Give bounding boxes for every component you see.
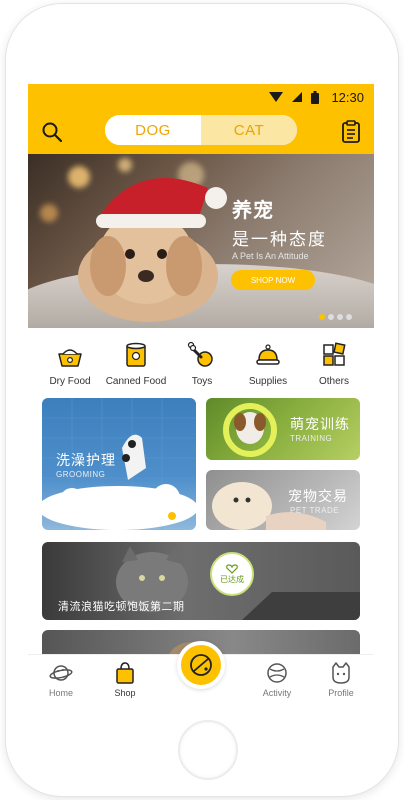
shop-now-label: SHOP NOW: [250, 275, 296, 285]
card-pet-trade[interactable]: 宠物交易 PET TRADE: [206, 470, 360, 530]
app-screen: 12:30 DOG CAT 养宠 是一种态度 A Pet Is An Attit…: [28, 84, 374, 710]
category-label: Toys: [191, 376, 213, 387]
tab-label: Shop: [114, 688, 136, 698]
banner-text: 养宠 是一种态度 A Pet Is An Attitude: [232, 194, 327, 261]
card-title: 清流浪猫吃顿饱饭第二期: [58, 600, 185, 613]
tab-dog[interactable]: DOG: [105, 115, 201, 145]
paw-heart-icon: [226, 563, 238, 574]
pagination-dot[interactable]: [328, 314, 334, 320]
tab-shop[interactable]: Shop: [95, 661, 155, 698]
tab-cat-label: CAT: [233, 121, 265, 139]
card-training[interactable]: 萌宠训练 TRAINING: [206, 398, 360, 460]
category-label: Others: [318, 376, 349, 387]
search-icon[interactable]: [40, 120, 64, 144]
pagination-dot[interactable]: [319, 314, 325, 320]
achieved-badge: 已达成: [210, 552, 254, 596]
tab-home[interactable]: Home: [31, 661, 91, 698]
center-action-button[interactable]: [177, 641, 225, 689]
card-title: 萌宠训练: [290, 417, 350, 433]
card-title: 洗澡护理: [56, 453, 116, 469]
category-row: Dry Food Canned Food Toys Supplies Other…: [40, 340, 364, 396]
supplies-icon: [256, 344, 280, 365]
category-label: Supplies: [248, 376, 288, 387]
tab-profile[interactable]: Profile: [311, 661, 371, 698]
banner-pagination: [319, 314, 352, 320]
top-header: DOG CAT: [28, 110, 374, 154]
category-label: Canned Food: [105, 376, 167, 387]
bottom-tab-bar: Home Shop Activity Profile: [28, 641, 374, 710]
battery-icon: [311, 90, 320, 104]
list-icon[interactable]: [340, 120, 362, 144]
card-subtitle: PET TRADE: [290, 506, 340, 515]
category-canned-food[interactable]: Canned Food: [106, 340, 166, 396]
category-label: Dry Food: [49, 376, 91, 387]
banner-subtitle: 是一种态度: [232, 230, 327, 250]
ball-icon: [267, 663, 287, 683]
center-action-icon: [190, 654, 212, 676]
tab-label: Profile: [328, 688, 354, 698]
tab-label: Home: [48, 688, 73, 698]
status-bar: 12:30: [28, 84, 374, 110]
category-supplies[interactable]: Supplies: [238, 340, 298, 396]
wifi-icon: [269, 92, 284, 102]
badge-label: 已达成: [220, 574, 244, 584]
shop-now-button[interactable]: SHOP NOW: [231, 270, 315, 290]
status-time: 12:30: [331, 89, 364, 105]
dry-food-bowl-icon: [58, 349, 82, 367]
toys-icon: [187, 341, 213, 367]
card-stray-cat-campaign[interactable]: 已达成 清流浪猫吃顿饱饭第二期: [42, 542, 360, 620]
puppy-illustration: [78, 178, 227, 322]
home-hardware-button[interactable]: [178, 720, 238, 780]
signal-icon: [292, 92, 303, 102]
card-subtitle: GROOMING: [56, 470, 106, 479]
bokeh-light: [40, 204, 58, 222]
pagination-dot[interactable]: [346, 314, 352, 320]
banner-tagline: A Pet Is An Attitude: [232, 251, 309, 261]
canned-food-icon: [126, 342, 146, 367]
category-others[interactable]: Others: [304, 340, 364, 396]
category-toys[interactable]: Toys: [172, 340, 232, 396]
tab-activity[interactable]: Activity: [247, 661, 307, 698]
planet-icon: [49, 665, 73, 681]
category-dry-food[interactable]: Dry Food: [40, 340, 100, 396]
tab-dog-label: DOG: [135, 121, 171, 139]
others-grid-icon: [323, 342, 346, 366]
shopping-bag-icon: [116, 662, 134, 684]
pet-type-toggle: DOG CAT: [105, 115, 297, 145]
promo-banner[interactable]: 养宠 是一种态度 A Pet Is An Attitude SHOP NOW: [28, 154, 374, 328]
banner-title: 养宠: [232, 198, 274, 222]
cat-face-icon: [332, 662, 350, 684]
card-subtitle: TRAINING: [290, 434, 333, 443]
card-grooming[interactable]: 洗澡护理 GROOMING: [42, 398, 196, 530]
pagination-dot[interactable]: [337, 314, 343, 320]
tab-cat[interactable]: CAT: [201, 115, 297, 145]
card-title: 宠物交易: [288, 489, 348, 505]
tab-label: Activity: [262, 688, 292, 698]
